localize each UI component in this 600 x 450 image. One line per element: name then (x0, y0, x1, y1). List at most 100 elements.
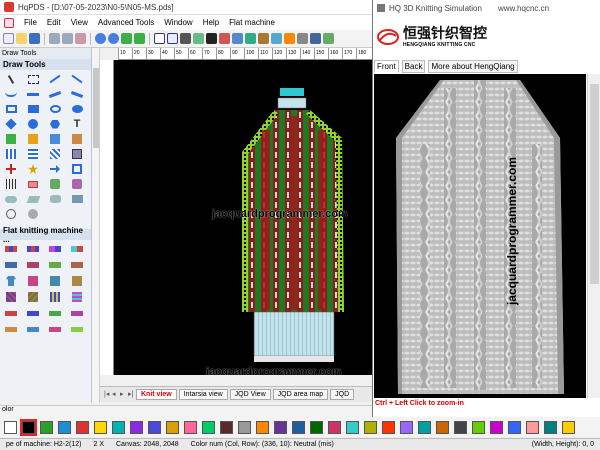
tilt-icon[interactable] (26, 193, 40, 205)
tab-jqd-view[interactable]: JQD View (229, 389, 271, 400)
brush-icon[interactable] (26, 88, 40, 100)
body-icon[interactable] (70, 275, 84, 287)
color-swatch[interactable] (472, 420, 485, 434)
color-swatch[interactable] (238, 420, 251, 434)
settings-icon[interactable] (297, 33, 308, 44)
sim-url[interactable]: www.hqcnc.cn (498, 4, 549, 13)
color-swatch[interactable] (94, 420, 107, 434)
ruler-icon[interactable] (167, 33, 178, 44)
carriage-icon[interactable] (4, 323, 18, 335)
menu-view[interactable]: View (71, 18, 88, 27)
sim-tab-back[interactable]: Back (401, 60, 426, 73)
filled-ellipse-icon[interactable] (70, 103, 84, 115)
open-folder-icon[interactable] (16, 33, 27, 44)
color-swatch[interactable] (112, 420, 125, 434)
cut-icon[interactable] (49, 33, 60, 44)
color-swatch[interactable] (256, 420, 269, 434)
section-flat-knitting[interactable]: Flat knitting machine ... (0, 226, 91, 244)
tab-next-icon[interactable]: ▸ (120, 391, 126, 399)
cross-icon[interactable] (4, 163, 18, 175)
ellipse-icon[interactable] (48, 103, 62, 115)
neck-icon[interactable] (48, 275, 62, 287)
copy-area-icon[interactable] (70, 163, 84, 175)
color-swatch[interactable] (40, 420, 53, 434)
fill-icon[interactable] (4, 133, 18, 145)
rotate-icon[interactable] (70, 133, 84, 145)
menu-flat-machine[interactable]: Flat machine (229, 18, 275, 27)
color-icon[interactable] (219, 33, 230, 44)
needle-icon[interactable] (206, 33, 217, 44)
tab-jqd-area-map[interactable]: JQD area map (272, 389, 329, 400)
pencil-icon[interactable] (48, 88, 62, 100)
view-3d-icon[interactable] (310, 33, 321, 44)
menu-advanced-tools[interactable]: Advanced Tools (98, 18, 154, 27)
pattern-a-icon[interactable] (4, 148, 18, 160)
filled-rectangle-icon[interactable] (26, 103, 40, 115)
transfer-icon[interactable] (4, 259, 18, 271)
jacquard-icon[interactable] (4, 291, 18, 303)
simulate-icon[interactable] (232, 33, 243, 44)
magic-icon[interactable] (48, 178, 62, 190)
circle-icon[interactable] (26, 118, 40, 130)
eraser-icon[interactable] (26, 178, 40, 190)
chart-icon[interactable] (323, 33, 334, 44)
curve-icon[interactable] (70, 73, 84, 85)
mirror-icon[interactable] (48, 133, 62, 145)
tab-intarsia-view[interactable]: Intarsia view (178, 389, 228, 400)
machine-icon[interactable] (271, 33, 282, 44)
sim-tab-more[interactable]: More about HengQiang (428, 60, 518, 73)
color-swatch[interactable] (292, 420, 305, 434)
arrow-icon[interactable] (48, 163, 62, 175)
simulation-view[interactable]: jacquardprogrammer.com (374, 74, 586, 398)
copy-icon[interactable] (62, 33, 73, 44)
wave-icon[interactable] (4, 88, 18, 100)
color-swatch[interactable] (418, 420, 431, 434)
tools-scrollbar[interactable] (92, 48, 100, 403)
color-swatch[interactable] (364, 420, 377, 434)
compile-icon[interactable] (258, 33, 269, 44)
save-icon[interactable] (29, 33, 40, 44)
color-swatch[interactable] (328, 420, 341, 434)
design-canvas[interactable]: jacquardprogrammer.com jacquardprogramme… (114, 60, 372, 375)
knit-stitch-icon[interactable] (4, 243, 18, 255)
pattern-b-icon[interactable] (26, 148, 40, 160)
color-swatch[interactable] (130, 420, 143, 434)
color-swatch[interactable] (148, 420, 161, 434)
color-swatch[interactable] (220, 420, 233, 434)
zoom-in-icon[interactable] (121, 33, 132, 44)
carriage-c-icon[interactable] (48, 323, 62, 335)
rectangle-icon[interactable] (4, 103, 18, 115)
export-icon[interactable] (284, 33, 295, 44)
color-swatch[interactable] (274, 420, 287, 434)
pattern-d-icon[interactable] (70, 148, 84, 160)
redo-icon[interactable] (108, 33, 119, 44)
replace-icon[interactable] (26, 133, 40, 145)
cloud-icon[interactable] (4, 193, 18, 205)
tab-jqd[interactable]: JQD (330, 389, 355, 400)
color-swatch[interactable] (58, 420, 71, 434)
color-swatch[interactable] (508, 420, 521, 434)
cable-icon[interactable] (48, 291, 62, 303)
zoom-out-icon[interactable] (134, 33, 145, 44)
sim-scrollbar[interactable] (587, 74, 600, 398)
rack-icon[interactable] (26, 259, 40, 271)
knit-icon[interactable] (180, 33, 191, 44)
tab-first-icon[interactable]: |◂ (104, 391, 110, 399)
rib-icon[interactable] (70, 291, 84, 303)
color-swatch[interactable] (400, 420, 413, 434)
color-swatch[interactable] (382, 420, 395, 434)
shirt-icon[interactable] (4, 275, 18, 287)
color-swatch[interactable] (544, 420, 557, 434)
select-rect-icon[interactable] (26, 73, 40, 85)
color-swatch[interactable] (454, 420, 467, 434)
color-swatch[interactable] (490, 420, 503, 434)
section-draw-tools[interactable]: Draw Tools (0, 59, 91, 70)
sim-tab-front[interactable]: Front (374, 60, 399, 73)
pointer-icon[interactable] (4, 73, 18, 85)
star-icon[interactable] (26, 163, 40, 175)
menu-edit[interactable]: Edit (47, 18, 61, 27)
yarn-d-icon[interactable] (70, 307, 84, 319)
line-icon[interactable] (48, 73, 62, 85)
menu-window[interactable]: Window (164, 18, 192, 27)
document-icon[interactable] (4, 17, 14, 28)
